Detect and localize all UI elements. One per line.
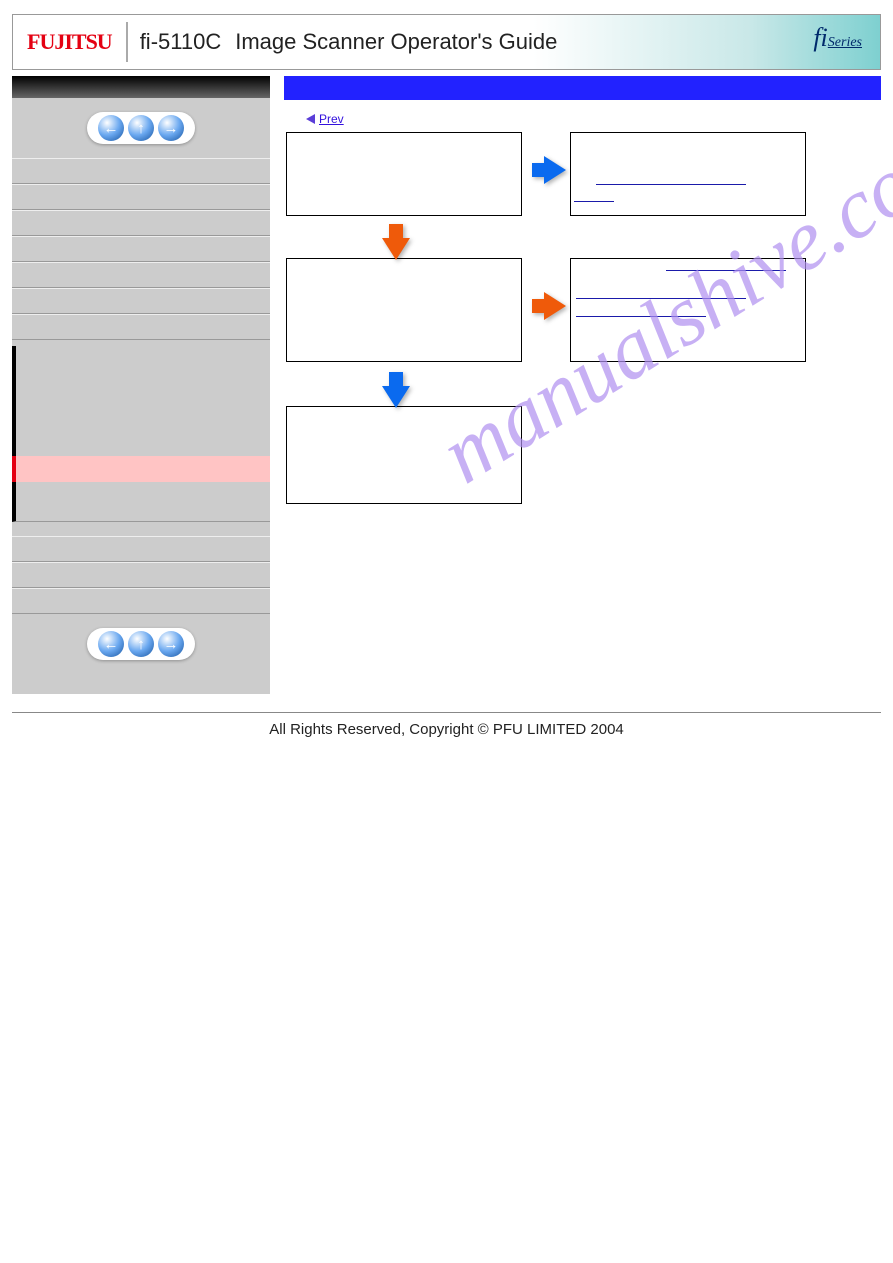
arrow-down-icon (382, 386, 410, 408)
sidebar-item[interactable] (12, 588, 270, 614)
divider (126, 22, 128, 62)
inline-link[interactable] (576, 298, 746, 299)
prev-link-label: Prev (319, 112, 344, 126)
flow-box-3 (286, 258, 522, 362)
sidebar-item[interactable] (12, 536, 270, 562)
inline-link[interactable] (574, 201, 614, 202)
next-button[interactable]: → (158, 115, 184, 141)
arrow-down-icon (382, 238, 410, 260)
page-title: Image Scanner Operator's Guide (235, 29, 557, 55)
flow-box-4 (570, 258, 806, 362)
sidebar-item-active[interactable] (12, 456, 270, 482)
sidebar-item[interactable] (12, 236, 270, 262)
sidebar-item[interactable] (12, 158, 270, 184)
fi-series-badge: fiSeries (813, 23, 862, 53)
inline-link[interactable] (666, 270, 786, 271)
prev-link[interactable]: Prev (306, 112, 344, 126)
page-header: JI fi-5110C Image Scanner Operator's Gui… (12, 14, 881, 70)
sidebar-header (12, 76, 270, 98)
footer-divider (12, 712, 881, 713)
arrow-right-icon (544, 292, 566, 320)
sidebar-item[interactable] (12, 288, 270, 314)
section-heading-bar (284, 76, 881, 100)
sidebar-item[interactable] (12, 210, 270, 236)
sidebar-item[interactable] (12, 314, 270, 340)
sidebar-item[interactable] (12, 262, 270, 288)
up-button[interactable]: ↑ (128, 115, 154, 141)
main-content: Prev manualshive.com (284, 76, 881, 694)
sidebar-item[interactable] (12, 184, 270, 210)
next-button[interactable]: → (158, 631, 184, 657)
model-number: fi-5110C (140, 29, 222, 55)
nav-pill-top: ← ↑ → (87, 112, 195, 144)
up-button[interactable]: ↑ (128, 631, 154, 657)
arrow-right-icon (544, 156, 566, 184)
inline-link[interactable] (576, 316, 706, 317)
prev-button[interactable]: ← (98, 115, 124, 141)
copyright-footer: All Rights Reserved, Copyright © PFU LIM… (0, 721, 893, 738)
sidebar-section (12, 482, 270, 522)
flow-box-5 (286, 406, 522, 504)
flow-box-2 (570, 132, 806, 216)
nav-pill-bottom: ← ↑ → (87, 628, 195, 660)
sidebar-item[interactable] (12, 562, 270, 588)
fujitsu-logo: JI (13, 29, 126, 55)
inline-link[interactable] (596, 184, 746, 185)
left-triangle-icon (306, 114, 315, 124)
sidebar-section (12, 346, 270, 456)
prev-button[interactable]: ← (98, 631, 124, 657)
flow-box-1 (286, 132, 522, 216)
sidebar: ← ↑ → ← ↑ → (12, 76, 270, 694)
